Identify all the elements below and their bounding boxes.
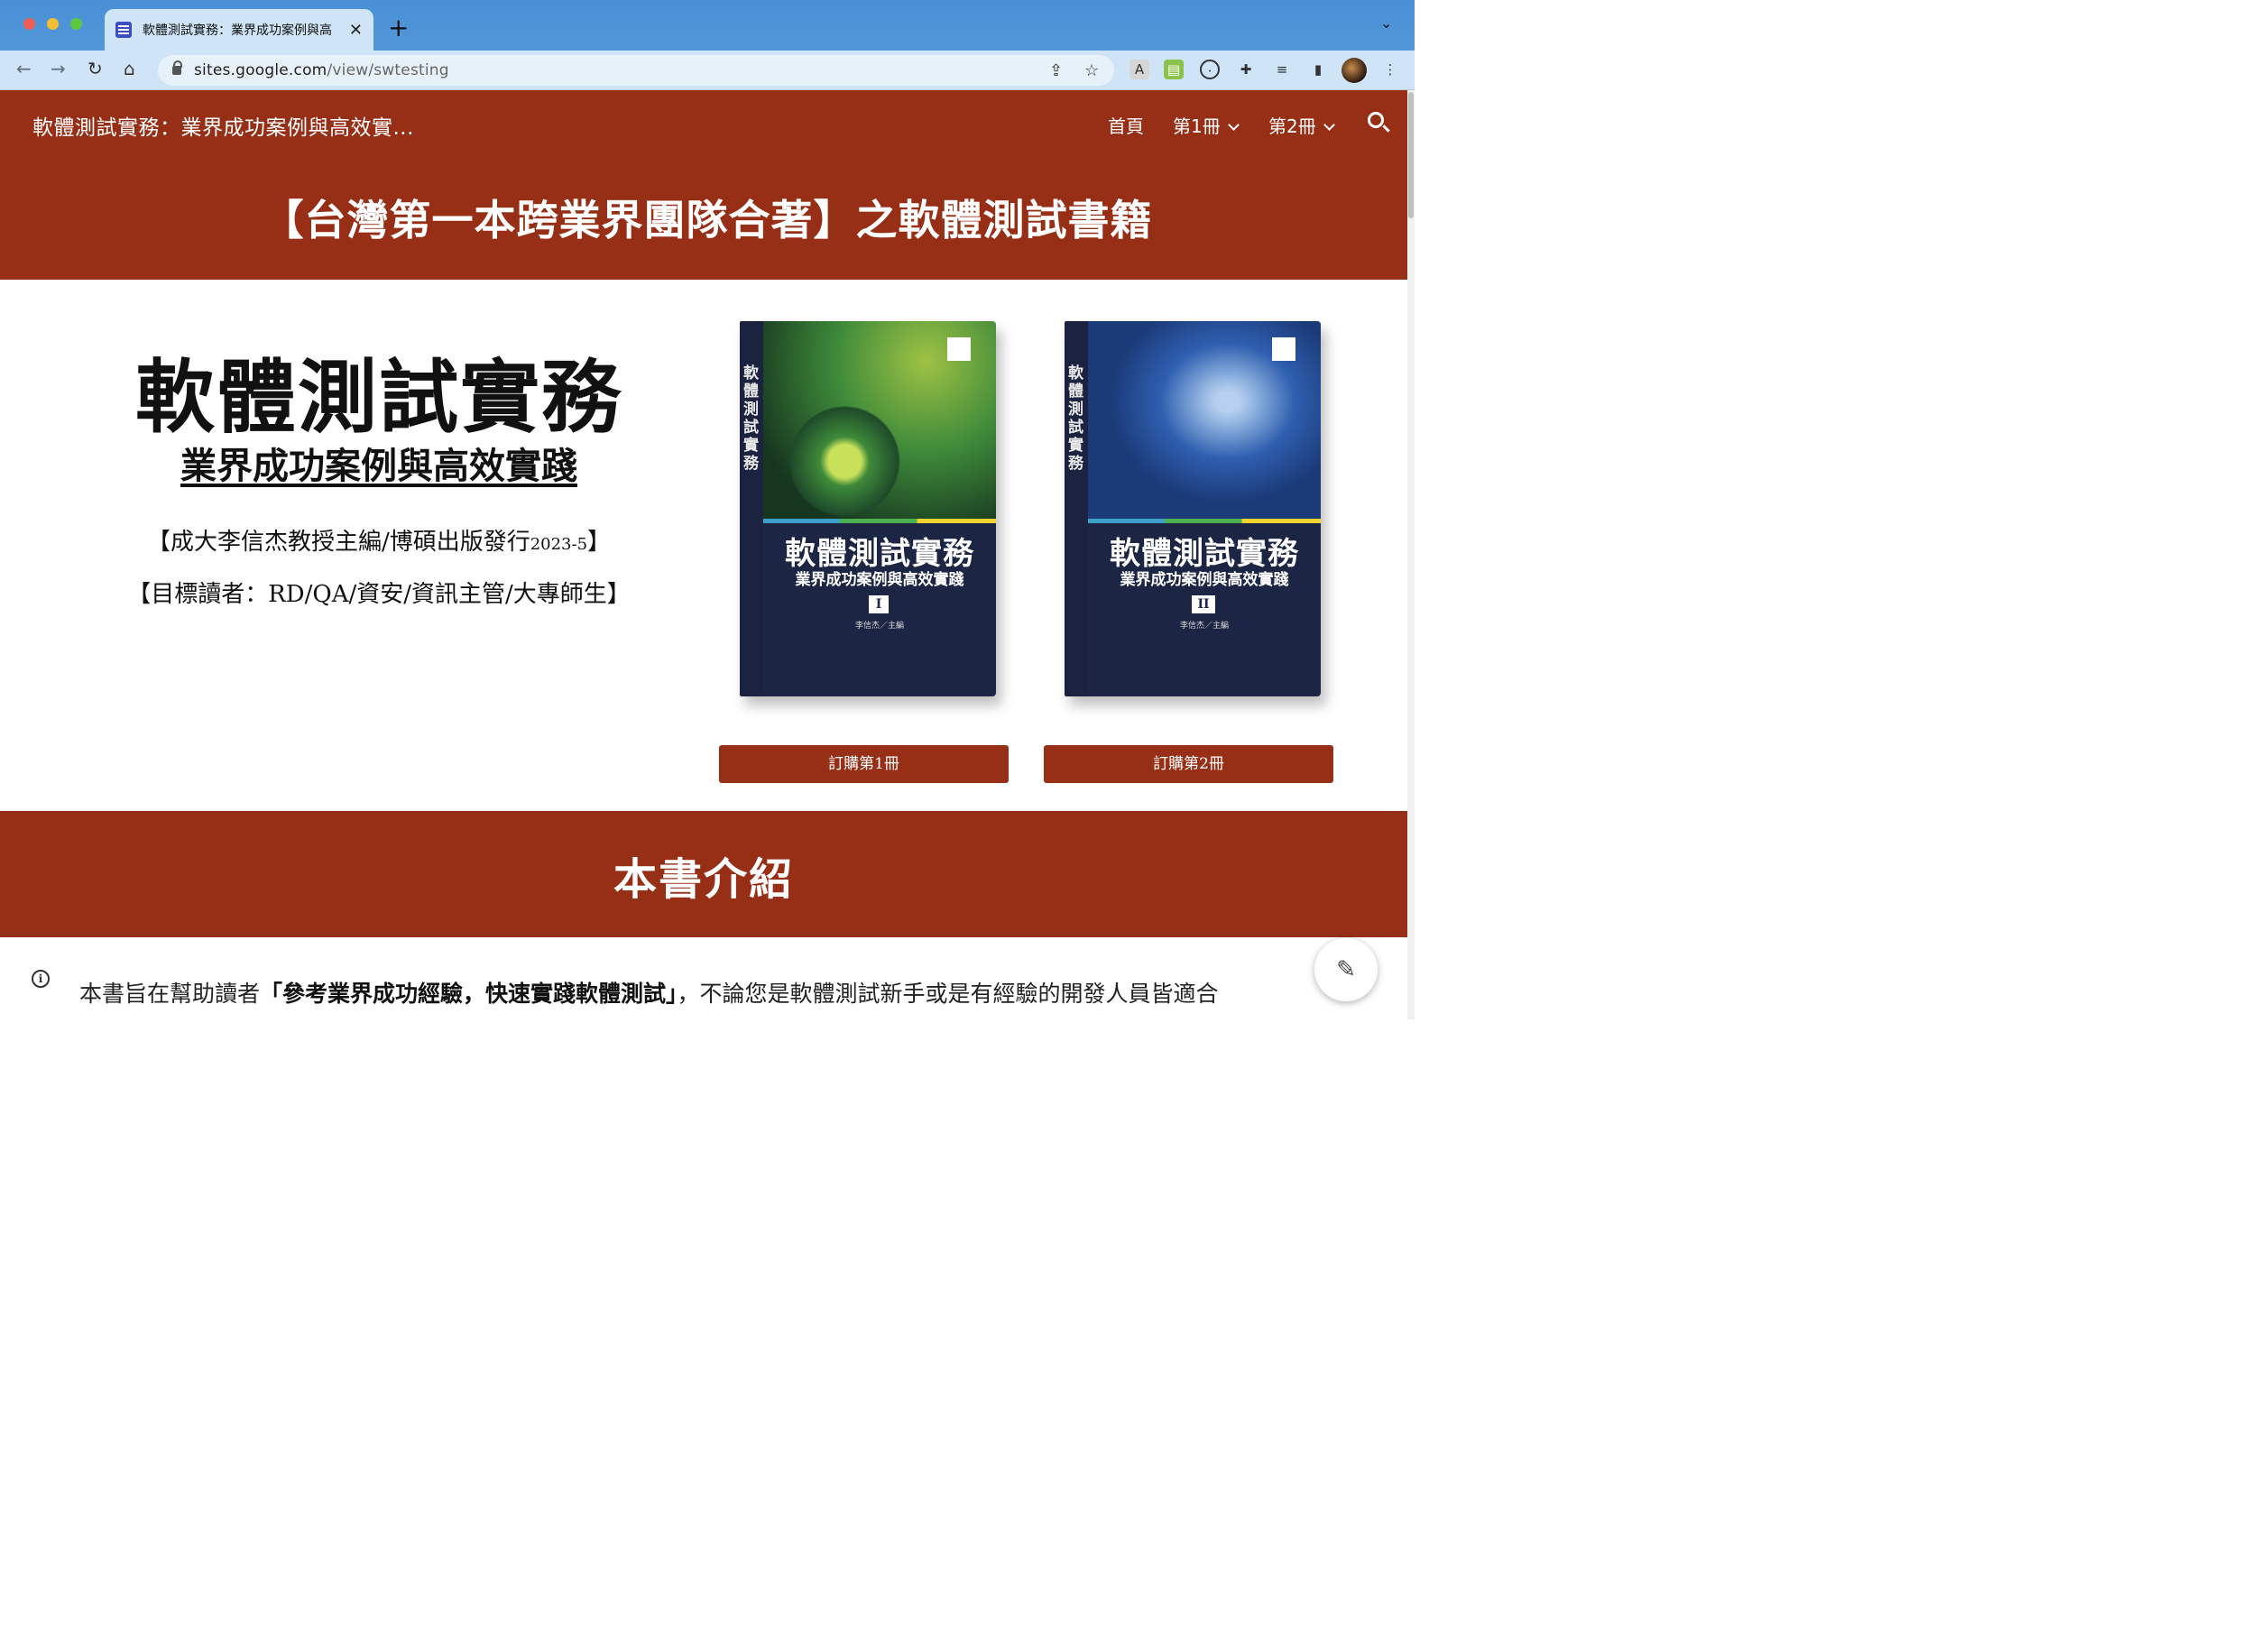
side-panel-icon[interactable]: ▮ <box>1308 60 1328 79</box>
browser-toolbar: ← → ↻ ⌂ sites.google.com/view/swtesting … <box>0 51 1415 90</box>
cover-lower-panel: 軟體測試實務 業界成功案例與高效實踐 II 李信杰／主編 <box>1088 523 1321 696</box>
chevron-down-icon <box>1227 119 1240 131</box>
url-host: sites.google.com <box>194 61 327 79</box>
back-arrow-icon[interactable]: ← <box>16 58 32 79</box>
spine-title: 軟體測試實務 <box>1068 364 1083 473</box>
cover-volume: II <box>1192 595 1215 613</box>
tab-title: 軟體測試實務：業界成功案例與高 <box>143 23 332 38</box>
url-path: /view/swtesting <box>327 61 449 79</box>
info-icon[interactable]: i <box>32 970 50 988</box>
share-icon[interactable]: ⇪ <box>1049 61 1063 80</box>
address-bar[interactable]: sites.google.com/view/swtesting ⇪ ☆ <box>158 55 1114 86</box>
browser-tab-strip: 軟體測試實務：業界成功案例與高 ✕ + ⌄ <box>0 0 1415 51</box>
nav-home[interactable]: 首頁 <box>1108 112 1144 138</box>
close-tab-icon[interactable]: ✕ <box>349 21 363 40</box>
page-scrollbar[interactable] <box>1407 90 1415 1019</box>
print-extension-icon[interactable]: ▤ <box>1164 60 1184 79</box>
hero-title: 軟體測試實務 <box>134 351 622 444</box>
intro-paragraph: 本書旨在幫助讀者「參考業界成功經驗，快速實踐軟體測試」，不論您是軟體測試新手或是… <box>79 976 1219 1009</box>
section-heading: 本書介紹 <box>613 854 794 905</box>
chevron-down-icon <box>1323 119 1335 131</box>
editor-line-prefix: 【成大李信杰教授主編/博碩出版發行 <box>146 529 530 556</box>
code-extension-icon[interactable]: · <box>1200 60 1220 79</box>
intro-prefix: 本書旨在幫助讀者 <box>79 981 261 1007</box>
active-browser-tab[interactable]: 軟體測試實務：業界成功案例與高 ✕ <box>105 9 373 51</box>
profile-avatar[interactable] <box>1341 58 1367 83</box>
site-title[interactable]: 軟體測試實務：業界成功案例與高效實... <box>32 110 414 141</box>
book-cover-volume-1: 軟體測試實務 軟體測試實務 業界成功案例與高效實踐 I 李信杰／主編 <box>740 321 996 696</box>
book-spine: 軟體測試實務 <box>1065 321 1088 696</box>
book-intro-section-header: 本書介紹 <box>0 811 1407 937</box>
reload-icon[interactable]: ↻ <box>88 58 103 79</box>
minimize-window-button[interactable] <box>47 18 59 30</box>
scrollbar-thumb[interactable] <box>1408 92 1414 218</box>
zoom-window-button[interactable] <box>70 18 82 30</box>
tab-search-chevron-icon[interactable]: ⌄ <box>1380 14 1392 32</box>
cover-lower-panel: 軟體測試實務 業界成功案例與高效實踐 I 李信杰／主編 <box>763 523 996 696</box>
nav-volume-1-label: 第1冊 <box>1173 115 1221 137</box>
order-volume-2-button[interactable]: 訂購第2冊 <box>1044 745 1333 783</box>
intro-suffix: ，不論您是軟體測試新手或是有經驗的開發人員皆適合 <box>677 981 1219 1007</box>
nav-volume-1[interactable]: 第1冊 <box>1173 112 1240 138</box>
nav-volume-2-label: 第2冊 <box>1268 115 1316 137</box>
book-cover-volume-2: 軟體測試實務 軟體測試實務 業界成功案例與高效實踐 II 李信杰／主編 <box>1065 321 1321 696</box>
nav-volume-2[interactable]: 第2冊 <box>1268 112 1335 138</box>
editor-line-year: 2023-5 <box>530 535 588 554</box>
more-menu-icon[interactable]: ⋮ <box>1380 60 1400 79</box>
target-audience-line: 【目標讀者：RD/QA/資安/資訊主管/大專師生】 <box>127 581 631 608</box>
forward-arrow-icon[interactable]: → <box>51 58 66 79</box>
google-sites-icon <box>115 22 132 38</box>
book-spine: 軟體測試實務 <box>740 321 763 696</box>
cover-editor: 李信杰／主編 <box>854 622 904 631</box>
extensions-puzzle-icon[interactable]: ✚ <box>1236 60 1256 79</box>
intro-highlight: 「參考業界成功經驗，快速實踐軟體測試」 <box>260 981 678 1007</box>
cover-subtitle: 業界成功案例與高效實踐 <box>795 571 964 589</box>
translate-extension-icon[interactable]: A <box>1129 60 1149 79</box>
site-header: 軟體測試實務：業界成功案例與高效實... 首頁 第1冊 第2冊 【台灣第一本跨業… <box>0 90 1407 280</box>
reading-list-icon[interactable]: ≡ <box>1272 60 1292 79</box>
url-text: sites.google.com/view/swtesting <box>194 61 449 79</box>
bookmark-star-icon[interactable]: ☆ <box>1084 61 1099 80</box>
banner-heading: 【台灣第一本跨業界團隊合著】之軟體測試書籍 <box>262 196 1153 244</box>
lock-icon[interactable] <box>172 60 182 75</box>
spine-title: 軟體測試實務 <box>743 364 759 473</box>
edit-pencil-button[interactable]: ✎ <box>1314 938 1378 1001</box>
hero-subtitle: 業界成功案例與高效實踐 <box>180 446 577 487</box>
cover-editor: 李信杰／主編 <box>1179 622 1229 631</box>
close-window-button[interactable] <box>23 18 35 30</box>
order-volume-1-button[interactable]: 訂購第1冊 <box>719 745 1009 783</box>
cover-subtitle: 業界成功案例與高效實踐 <box>1120 571 1289 589</box>
cover-volume: I <box>869 595 889 613</box>
new-tab-button[interactable]: + <box>388 13 409 42</box>
publisher-logo <box>1272 337 1295 361</box>
editor-publisher-line: 【成大李信杰教授主編/博碩出版發行2023-5】 <box>99 523 659 557</box>
home-icon[interactable]: ⌂ <box>124 58 135 79</box>
search-icon[interactable] <box>1368 112 1384 128</box>
publisher-logo <box>947 337 971 361</box>
editor-line-suffix: 】 <box>587 529 612 556</box>
